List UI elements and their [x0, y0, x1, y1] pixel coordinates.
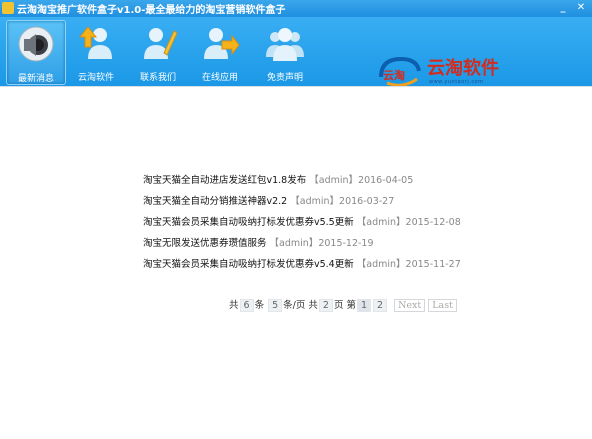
pager-next-button[interactable]: Next	[394, 299, 426, 312]
tool-contact-us[interactable]: 联系我们	[129, 20, 187, 83]
news-item[interactable]: 淘宝天猫全自动分销推送神器v2.2 【admin】2016-03-27	[143, 195, 461, 216]
news-title[interactable]: 淘宝天猫会员采集自动吸纳打标发优惠券v5.4更新	[143, 259, 354, 270]
news-item[interactable]: 淘宝天猫全自动进店发送红包v1.8发布 【admin】2016-04-05	[143, 174, 461, 195]
title-bar: 云淘淘宝推广软件盒子v1.0-最全最给力的淘宝营销软件盒子 _ ✕	[0, 0, 592, 17]
pager-text: 条/页 共	[283, 300, 318, 311]
pager-last-button[interactable]: Last	[428, 299, 457, 312]
pager-total-pages: 2	[318, 299, 333, 312]
news-date: 2016-04-05	[358, 175, 414, 186]
news-author: 【admin】	[309, 175, 359, 186]
brand-mark-text: 云淘	[383, 68, 405, 82]
tool-label: 最新消息	[17, 74, 54, 84]
news-list: 淘宝天猫全自动进店发送红包v1.8发布 【admin】2016-04-05 淘宝…	[143, 174, 461, 279]
news-item[interactable]: 淘宝无限发送优惠券瓒值服务 【admin】2015-12-19	[143, 237, 461, 258]
tool-label: 免责声明	[266, 73, 303, 83]
pager-text: 共	[229, 300, 239, 311]
news-author: 【admin】	[269, 238, 319, 249]
minimize-button[interactable]: _	[556, 2, 570, 15]
pager-page-2[interactable]: 2	[373, 299, 388, 312]
news-date: 2015-12-08	[405, 217, 461, 228]
news-date: 2016-03-27	[339, 196, 395, 207]
pager-text: 条	[254, 300, 265, 311]
news-title[interactable]: 淘宝天猫全自动分销推送神器v2.2	[143, 196, 287, 207]
pager-per-page: 5	[268, 299, 283, 312]
news-item[interactable]: 淘宝天猫会员采集自动吸纳打标发优惠券v5.4更新 【admin】2015-11-…	[143, 258, 461, 279]
tool-label: 联系我们	[139, 73, 176, 83]
tool-label: 在线应用	[201, 73, 238, 83]
pagination: 共6条 5 条/页 共2页 第12 Next Last	[229, 297, 457, 312]
tool-label: 云淘软件	[77, 73, 114, 83]
user-forward-icon	[204, 28, 240, 59]
tool-latest-news[interactable]: 最新消息	[6, 20, 66, 85]
close-button[interactable]: ✕	[574, 2, 588, 15]
news-title[interactable]: 淘宝无限发送优惠券瓒值服务	[143, 238, 270, 249]
brand-swirl-icon: 云淘	[379, 56, 421, 87]
content-panel: 淘宝天猫全自动进店发送红包v1.8发布 【admin】2016-04-05 淘宝…	[0, 86, 592, 439]
user-group-icon	[266, 28, 304, 61]
user-upload-icon	[78, 26, 112, 59]
news-author: 【admin】	[356, 217, 406, 228]
toolbar: 最新消息 云淘软件 联系我们 在线应用 免责声明 云淘 云淘软件 www.yun…	[0, 17, 592, 87]
brand-name: 云淘软件	[427, 58, 499, 79]
news-date: 2015-12-19	[318, 238, 374, 249]
tool-yuntao-software[interactable]: 云淘软件	[67, 20, 125, 83]
news-title[interactable]: 淘宝天猫全自动进店发送红包v1.8发布	[143, 175, 306, 186]
news-item[interactable]: 淘宝天猫会员采集自动吸纳打标发优惠券v5.5更新 【admin】2015-12-…	[143, 216, 461, 237]
news-title[interactable]: 淘宝天猫会员采集自动吸纳打标发优惠券v5.5更新	[143, 217, 354, 228]
pager-text: 页 第	[333, 300, 356, 311]
brand-url: www.yuntaorj.com	[429, 79, 484, 85]
news-author: 【admin】	[356, 259, 406, 270]
news-author: 【admin】	[290, 196, 340, 207]
speaker-icon	[18, 26, 54, 62]
tool-online-apps[interactable]: 在线应用	[191, 20, 249, 83]
pager-total-items: 6	[239, 299, 254, 312]
window-title: 云淘淘宝推广软件盒子v1.0-最全最给力的淘宝营销软件盒子	[17, 5, 286, 16]
pager-page-1[interactable]: 1	[356, 299, 372, 312]
app-icon	[2, 2, 14, 14]
news-date: 2015-11-27	[405, 259, 461, 270]
tool-disclaimer[interactable]: 免责声明	[256, 20, 314, 83]
user-edit-icon	[144, 28, 178, 59]
